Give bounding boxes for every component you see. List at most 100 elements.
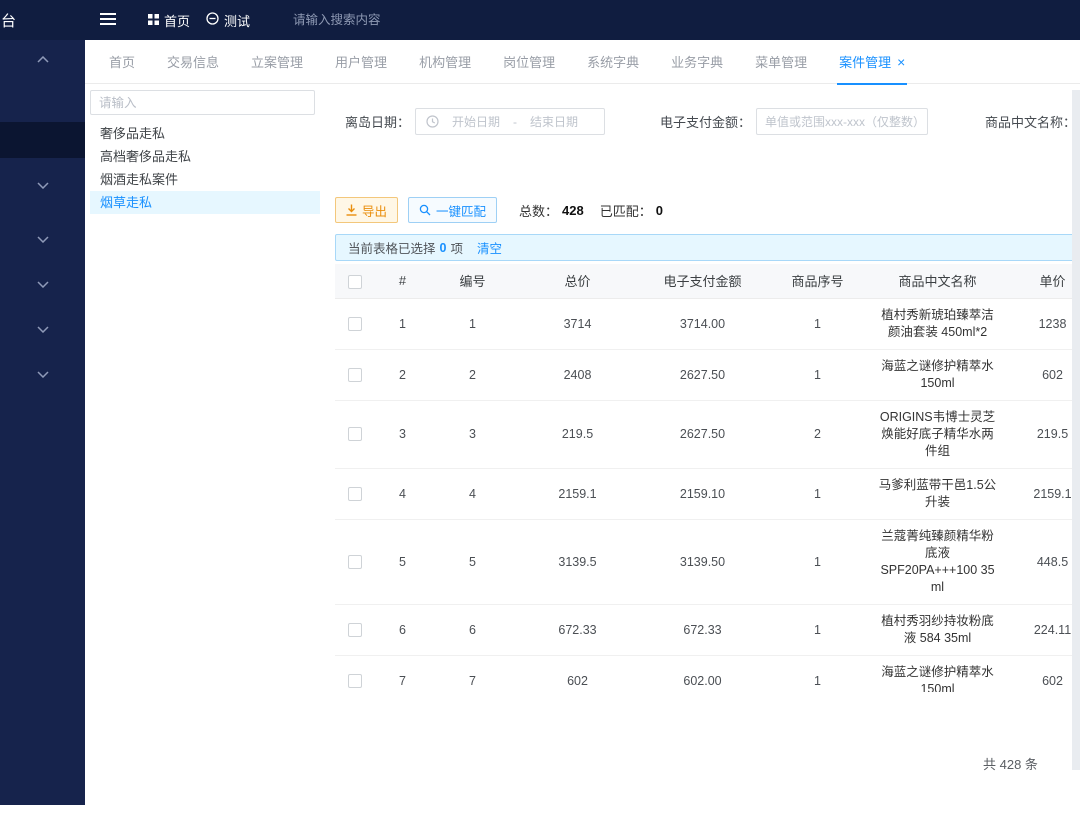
row-checkbox[interactable] bbox=[348, 487, 362, 501]
tab-item[interactable]: 首页 bbox=[93, 40, 151, 84]
table-row: 2224082627.501海蓝之谜修护精萃水 150ml602 bbox=[335, 349, 1080, 400]
table-row: 33219.52627.502ORIGINS韦博士灵芝焕能好底子精华水两件组21… bbox=[335, 400, 1080, 468]
match-button-label: 一键匹配 bbox=[436, 201, 486, 220]
cell-index: 5 bbox=[375, 519, 430, 604]
chevron-down-icon[interactable] bbox=[0, 182, 85, 189]
close-tab-icon[interactable]: × bbox=[897, 55, 905, 69]
cell-epay: 2627.50 bbox=[640, 400, 765, 468]
cell-code: 1 bbox=[430, 298, 515, 349]
one-click-match-button[interactable]: 一键匹配 bbox=[408, 197, 497, 223]
sidebar-active-item[interactable] bbox=[0, 122, 85, 158]
case-type-item[interactable]: 烟草走私 bbox=[90, 191, 320, 214]
tab-label: 案件管理 bbox=[839, 52, 891, 71]
cell-index: 3 bbox=[375, 400, 430, 468]
cell-code: 7 bbox=[430, 655, 515, 692]
row-checkbox[interactable] bbox=[348, 427, 362, 441]
cell-name: 海蓝之谜修护精萃水 150ml bbox=[870, 349, 1005, 400]
tab-item[interactable]: 机构管理 bbox=[403, 40, 487, 84]
row-checkbox[interactable] bbox=[348, 674, 362, 688]
amount-input[interactable] bbox=[756, 108, 928, 135]
row-checkbox[interactable] bbox=[348, 623, 362, 637]
row-checkbox[interactable] bbox=[348, 317, 362, 331]
cell-total: 3714 bbox=[515, 298, 640, 349]
hamburger-menu-icon[interactable] bbox=[99, 11, 117, 32]
export-button[interactable]: 导出 bbox=[335, 197, 398, 223]
chevron-up-icon[interactable] bbox=[0, 56, 85, 63]
topbar-home-link[interactable]: 首页 bbox=[148, 0, 190, 40]
tab-item[interactable]: 交易信息 bbox=[151, 40, 235, 84]
date-filter-label: 离岛日期： bbox=[345, 112, 410, 131]
table-body: 1137143714.001植村秀新琥珀臻萃洁颜油套装 450ml*212382… bbox=[335, 298, 1080, 692]
cell-unit: 219.5 bbox=[1005, 400, 1080, 468]
scrollbar-track[interactable] bbox=[1072, 90, 1080, 770]
table-row: 66672.33672.331植村秀羽纱持妆粉底液 584 35ml224.11 bbox=[335, 604, 1080, 655]
date-range-picker[interactable]: 开始日期 - 结束日期 bbox=[415, 108, 605, 135]
minus-circle-icon bbox=[206, 12, 219, 28]
main-area: 首页交易信息立案管理用户管理机构管理岗位管理系统字典业务字典菜单管理案件管理× … bbox=[85, 40, 1080, 820]
tab-label: 岗位管理 bbox=[503, 52, 555, 71]
tab-item[interactable]: 立案管理 bbox=[235, 40, 319, 84]
chevron-down-icon[interactable] bbox=[0, 281, 85, 288]
pagination-total: 共 428 条 bbox=[983, 754, 1038, 773]
app-window: 台 首页 测试 bbox=[0, 0, 1080, 820]
amount-filter-label: 电子支付金额： bbox=[660, 112, 751, 131]
case-type-panel: 奢侈品走私高档奢侈品走私烟酒走私案件烟草走私 bbox=[90, 90, 320, 214]
cell-seq: 1 bbox=[765, 349, 870, 400]
cell-unit: 1238 bbox=[1005, 298, 1080, 349]
tab-label: 首页 bbox=[109, 52, 135, 71]
column-header: 总价 bbox=[515, 264, 640, 298]
tab-item[interactable]: 业务字典 bbox=[655, 40, 739, 84]
tab-label: 立案管理 bbox=[251, 52, 303, 71]
results-table: #编号总价电子支付金额商品序号商品中文名称单价 1137143714.001植村… bbox=[335, 264, 1080, 692]
topbar-test-link[interactable]: 测试 bbox=[206, 0, 250, 40]
filter-bar: 离岛日期： 开始日期 - 结束日期 电子支付金额： bbox=[335, 108, 1080, 136]
cell-code: 4 bbox=[430, 468, 515, 519]
cell-unit: 224.11 bbox=[1005, 604, 1080, 655]
tab-item[interactable]: 岗位管理 bbox=[487, 40, 571, 84]
chevron-down-icon[interactable] bbox=[0, 326, 85, 333]
cell-unit: 602 bbox=[1005, 349, 1080, 400]
tab-item[interactable]: 案件管理 × bbox=[823, 40, 921, 84]
select-all-checkbox[interactable] bbox=[348, 275, 362, 289]
tab-label: 菜单管理 bbox=[755, 52, 807, 71]
logo-text: 台 bbox=[1, 10, 16, 31]
case-type-item[interactable]: 烟酒走私案件 bbox=[90, 168, 320, 191]
cell-unit: 448.5 bbox=[1005, 519, 1080, 604]
tab-item[interactable]: 用户管理 bbox=[319, 40, 403, 84]
cell-index: 1 bbox=[375, 298, 430, 349]
table-row: 553139.53139.501兰蔻菁纯臻颜精华粉底液SPF20PA+++100… bbox=[335, 519, 1080, 604]
row-checkbox[interactable] bbox=[348, 368, 362, 382]
cell-seq: 1 bbox=[765, 519, 870, 604]
cell-name: 植村秀羽纱持妆粉底液 584 35ml bbox=[870, 604, 1005, 655]
selection-suffix: 项 bbox=[450, 238, 463, 257]
cell-epay: 2159.10 bbox=[640, 468, 765, 519]
tab-item[interactable]: 菜单管理 bbox=[739, 40, 823, 84]
global-search-input[interactable] bbox=[293, 8, 473, 32]
tab-label: 系统字典 bbox=[587, 52, 639, 71]
row-checkbox[interactable] bbox=[348, 555, 362, 569]
table-toolbar: 导出 一键匹配 总数： 428 已匹配： 0 bbox=[335, 196, 675, 224]
column-header: 编号 bbox=[430, 264, 515, 298]
case-type-item[interactable]: 高档奢侈品走私 bbox=[90, 145, 320, 168]
cell-total: 2159.1 bbox=[515, 468, 640, 519]
chevron-down-icon[interactable] bbox=[0, 236, 85, 243]
clear-selection-link[interactable]: 清空 bbox=[477, 238, 502, 257]
name-filter-label: 商品中文名称： bbox=[985, 112, 1076, 131]
column-header: 电子支付金额 bbox=[640, 264, 765, 298]
date-separator: - bbox=[513, 115, 517, 129]
tab-label: 业务字典 bbox=[671, 52, 723, 71]
cell-name: 兰蔻菁纯臻颜精华粉底液SPF20PA+++100 35 ml bbox=[870, 519, 1005, 604]
case-type-list: 奢侈品走私高档奢侈品走私烟酒走私案件烟草走私 bbox=[90, 122, 320, 214]
matched-value: 0 bbox=[656, 203, 663, 218]
tab-item[interactable]: 系统字典 bbox=[571, 40, 655, 84]
topbar-home-label: 首页 bbox=[164, 11, 190, 30]
date-start-placeholder: 开始日期 bbox=[452, 113, 500, 130]
table-stats: 总数： 428 已匹配： 0 bbox=[519, 201, 675, 220]
date-filter-group: 离岛日期： 开始日期 - 结束日期 bbox=[345, 108, 605, 135]
case-search-input[interactable] bbox=[90, 90, 315, 115]
column-header: 单价 bbox=[1005, 264, 1080, 298]
case-type-item[interactable]: 奢侈品走私 bbox=[90, 122, 320, 145]
cell-seq: 1 bbox=[765, 468, 870, 519]
content-area: 奢侈品走私高档奢侈品走私烟酒走私案件烟草走私 离岛日期： 开始日期 - 结束日期 bbox=[85, 84, 1080, 820]
chevron-down-icon[interactable] bbox=[0, 371, 85, 378]
